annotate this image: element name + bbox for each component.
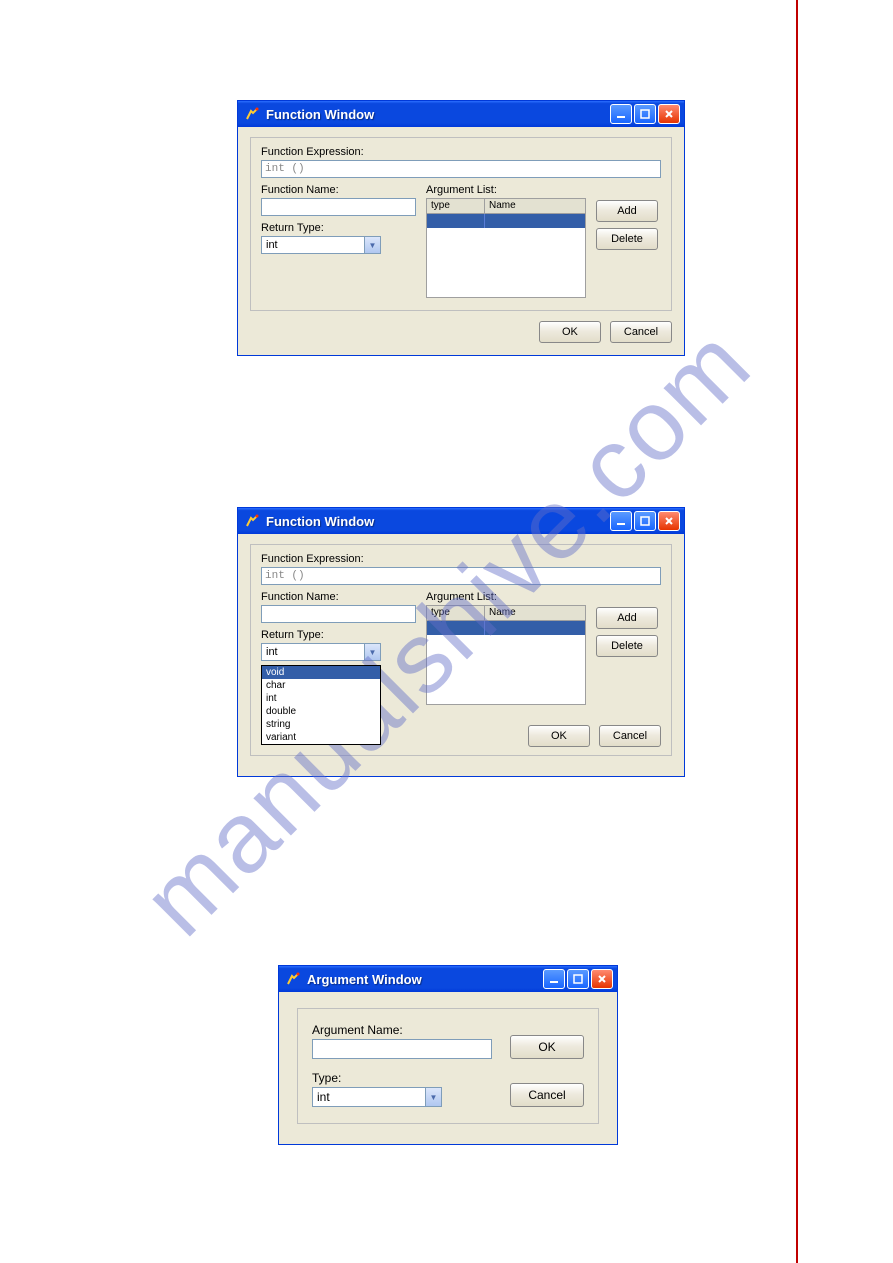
titlebar-buttons: [543, 969, 613, 989]
argument-list-label: Argument List:: [426, 591, 586, 603]
app-icon: [244, 106, 260, 122]
dropdown-option-void[interactable]: void: [262, 666, 380, 679]
ok-button[interactable]: OK: [539, 321, 601, 343]
cancel-button[interactable]: Cancel: [599, 725, 661, 747]
func-name-label: Function Name:: [261, 591, 416, 603]
table-row[interactable]: [427, 621, 585, 635]
grid-header-type[interactable]: type: [427, 606, 485, 620]
close-button[interactable]: [658, 511, 680, 531]
return-type-combo[interactable]: int ▼: [261, 236, 381, 254]
chevron-down-icon: ▼: [364, 644, 380, 660]
func-name-input[interactable]: [261, 605, 416, 623]
maximize-button[interactable]: [567, 969, 589, 989]
grid-header-type[interactable]: type: [427, 199, 485, 213]
function-window-1: Function Window Function Expression: Fun…: [237, 100, 685, 356]
func-expression-label: Function Expression:: [261, 553, 661, 565]
argument-grid[interactable]: type Name: [426, 605, 586, 705]
titlebar[interactable]: Function Window: [238, 508, 684, 534]
dropdown-option-double[interactable]: double: [262, 705, 380, 718]
chevron-down-icon: ▼: [364, 237, 380, 253]
return-type-value: int: [266, 239, 278, 251]
delete-button[interactable]: Delete: [596, 635, 658, 657]
window-title: Function Window: [266, 514, 610, 529]
func-expression-input: [261, 160, 661, 178]
window-title: Argument Window: [307, 972, 543, 987]
dropdown-option-char[interactable]: char: [262, 679, 380, 692]
return-type-value: int: [266, 646, 278, 658]
cancel-button[interactable]: Cancel: [610, 321, 672, 343]
argument-list-label: Argument List:: [426, 184, 586, 196]
ok-button[interactable]: OK: [528, 725, 590, 747]
app-icon: [285, 971, 301, 987]
dropdown-option-int[interactable]: int: [262, 692, 380, 705]
minimize-button[interactable]: [543, 969, 565, 989]
app-icon: [244, 513, 260, 529]
window-title: Function Window: [266, 107, 610, 122]
argument-window: Argument Window Argument Name: OK Type: …: [278, 965, 618, 1145]
func-expression-input: [261, 567, 661, 585]
close-button[interactable]: [591, 969, 613, 989]
dropdown-option-variant[interactable]: variant: [262, 731, 380, 744]
titlebar-buttons: [610, 511, 680, 531]
argument-name-input[interactable]: [312, 1039, 492, 1059]
add-button[interactable]: Add: [596, 607, 658, 629]
function-window-2: Function Window Function Expression: Fun…: [237, 507, 685, 777]
maximize-button[interactable]: [634, 511, 656, 531]
add-button[interactable]: Add: [596, 200, 658, 222]
delete-button[interactable]: Delete: [596, 228, 658, 250]
grid-header-name[interactable]: Name: [485, 606, 585, 620]
type-value: int: [317, 1090, 330, 1104]
argument-grid[interactable]: type Name: [426, 198, 586, 298]
type-combo[interactable]: int ▼: [312, 1087, 442, 1107]
return-type-label: Return Type:: [261, 629, 416, 641]
func-expression-label: Function Expression:: [261, 146, 661, 158]
titlebar-buttons: [610, 104, 680, 124]
return-type-dropdown[interactable]: void char int double string variant: [261, 665, 381, 745]
cancel-button[interactable]: Cancel: [510, 1083, 584, 1107]
titlebar[interactable]: Argument Window: [279, 966, 617, 992]
chevron-down-icon: ▼: [425, 1088, 441, 1106]
table-row[interactable]: [427, 214, 585, 228]
maximize-button[interactable]: [634, 104, 656, 124]
return-type-combo[interactable]: int ▼: [261, 643, 381, 661]
minimize-button[interactable]: [610, 104, 632, 124]
page-right-border: [796, 0, 798, 1263]
func-name-label: Function Name:: [261, 184, 416, 196]
dropdown-option-string[interactable]: string: [262, 718, 380, 731]
return-type-label: Return Type:: [261, 222, 416, 234]
grid-header-name[interactable]: Name: [485, 199, 585, 213]
close-button[interactable]: [658, 104, 680, 124]
argument-name-label: Argument Name:: [312, 1023, 492, 1037]
minimize-button[interactable]: [610, 511, 632, 531]
func-name-input[interactable]: [261, 198, 416, 216]
ok-button[interactable]: OK: [510, 1035, 584, 1059]
type-label: Type:: [312, 1071, 492, 1085]
titlebar[interactable]: Function Window: [238, 101, 684, 127]
